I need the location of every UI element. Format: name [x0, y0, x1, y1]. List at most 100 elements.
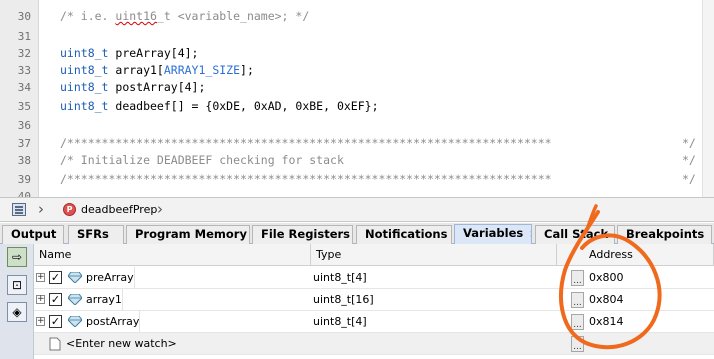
gem-plus-icon: ◈: [12, 305, 22, 319]
line-number-gutter: 30 31 32 33 34 35 36 37 38 39 40: [0, 0, 39, 197]
tab-file-registers[interactable]: File Registers: [252, 225, 353, 244]
expand-icon[interactable]: +: [36, 317, 45, 326]
variables-table: Name Type Address + ✓ preArray uint8_t[4…: [34, 244, 714, 359]
variable-type: uint8_t[4]: [313, 271, 367, 284]
output-tab-bar: Output SFRs Program Memory File Register…: [0, 223, 714, 244]
tab-notifications[interactable]: Notifications: [356, 225, 452, 244]
variable-name: array1: [86, 289, 123, 311]
column-header-name[interactable]: Name: [34, 244, 311, 266]
new-watch-row[interactable]: <Enter new watch> ...: [34, 333, 714, 355]
chevron-right-icon: ›: [38, 200, 44, 218]
comment-end: */: [682, 172, 696, 186]
table-row[interactable]: + ✓ array1 uint8_t[16] ... 0x804: [34, 289, 714, 311]
variables-panel: ⇨ ⊡ ◈ Name Type Address + ✓ preArray uin…: [0, 244, 714, 359]
variable-type: uint8_t[16]: [313, 293, 374, 306]
macro-constant: ARRAY1_SIZE: [163, 63, 241, 77]
line-number: 39: [17, 173, 31, 186]
code-line-34[interactable]: uint8_t postArray[4];: [60, 80, 205, 94]
code-line-39[interactable]: /***************************************…: [60, 172, 552, 186]
tab-label: Variables: [463, 226, 524, 240]
code-line-37[interactable]: /***************************************…: [60, 136, 552, 150]
line-number: 40: [17, 190, 31, 197]
column-header-type[interactable]: Type: [311, 244, 557, 266]
tab-label: SFRs: [77, 227, 109, 241]
hierarchy-icon[interactable]: [12, 203, 26, 216]
code-line-33[interactable]: uint8_t array1[ARRAY1_SIZE];: [60, 63, 254, 77]
variable-address: 0x814: [589, 315, 624, 328]
type-keyword: uint8_t: [60, 99, 109, 113]
add-symbol-button[interactable]: ◈: [7, 302, 27, 322]
code-text: postArray[4];: [108, 80, 206, 94]
type-keyword: uint8_t: [60, 46, 109, 60]
watch-settings-button[interactable]: ⊡: [7, 275, 27, 295]
variable-icon: [68, 294, 82, 305]
new-watch-button[interactable]: ⇨: [7, 247, 27, 267]
close-icon[interactable]: ×: [529, 229, 531, 240]
comment-end: */: [682, 153, 696, 167]
line-number: 38: [17, 154, 31, 167]
variable-icon: [68, 272, 82, 283]
editor-scrollbar[interactable]: [702, 0, 714, 197]
tab-label: Output: [11, 227, 57, 241]
code-text: ];: [240, 63, 254, 77]
column-header-address[interactable]: Address: [557, 244, 714, 266]
enable-checkbox[interactable]: ✓: [49, 293, 62, 306]
table-row[interactable]: + ✓ postArray uint8_t[4] ... 0x814: [34, 311, 714, 333]
line-number: 35: [17, 100, 31, 113]
line-number: 34: [17, 81, 31, 94]
comment-text: _t <variable_name>; */: [156, 9, 310, 23]
variable-name: postArray: [86, 311, 141, 333]
code-editor[interactable]: 30 31 32 33 34 35 36 37 38 39 40 /* i.e.…: [0, 0, 714, 197]
edit-value-button[interactable]: ...: [571, 314, 584, 330]
code-text: preArray[4];: [108, 46, 199, 60]
variable-type: uint8_t[4]: [313, 315, 367, 328]
type-keyword: uint8_t: [60, 80, 109, 94]
tab-label: File Registers: [261, 227, 351, 241]
tab-program-memory[interactable]: Program Memory: [126, 225, 250, 244]
variable-address: 0x800: [589, 271, 624, 284]
code-line-38[interactable]: /* Initialize DEADBEEF checking for stac…: [60, 153, 344, 167]
type-keyword: uint8_t: [60, 63, 109, 77]
line-number: 31: [17, 30, 31, 43]
code-line-32[interactable]: uint8_t preArray[4];: [60, 46, 198, 60]
code-line-30[interactable]: /* i.e. uint16_t <variable_name>; */: [60, 9, 309, 23]
edit-value-button[interactable]: ...: [571, 292, 584, 308]
line-number: 37: [17, 137, 31, 150]
variable-icon: [68, 316, 82, 327]
chevron-right-icon: ›: [157, 200, 163, 218]
expand-icon[interactable]: +: [36, 273, 45, 282]
code-line-35[interactable]: uint8_t deadbeef[] = {0xDE, 0xAD, 0xBE, …: [60, 99, 379, 113]
tab-label: Program Memory: [135, 227, 247, 241]
variable-address: 0x804: [589, 293, 624, 306]
expand-icon[interactable]: +: [36, 295, 45, 304]
line-number: 33: [17, 64, 31, 77]
function-icon: P: [63, 203, 76, 216]
edit-value-button[interactable]: ...: [571, 336, 584, 352]
breadcrumb-function[interactable]: deadbeefPrep: [81, 203, 157, 216]
tab-label: Call Stack: [544, 227, 609, 241]
navigator-bar: › P deadbeefPrep ›: [0, 197, 714, 222]
table-row[interactable]: + ✓ preArray uint8_t[4] ... 0x800: [34, 267, 714, 289]
tab-label: Breakpoints: [626, 227, 705, 241]
chip-icon: ⊡: [11, 278, 23, 292]
tab-variables[interactable]: Variables ×: [454, 224, 532, 244]
new-watch-input[interactable]: <Enter new watch>: [66, 333, 177, 355]
comment-end: */: [682, 136, 696, 150]
document-icon: [49, 337, 61, 351]
line-number: 30: [17, 10, 31, 23]
code-text: deadbeef[] = {0xDE, 0xAD, 0xBE, 0xEF};: [108, 99, 379, 113]
enable-checkbox[interactable]: ✓: [49, 271, 62, 284]
tab-label: Notifications: [365, 227, 448, 241]
variable-name: preArray: [86, 267, 135, 289]
variables-toolbar: ⇨ ⊡ ◈: [0, 244, 34, 359]
enable-checkbox[interactable]: ✓: [49, 315, 62, 328]
edit-value-button[interactable]: ...: [571, 270, 584, 286]
line-number: 32: [17, 47, 31, 60]
tab-output[interactable]: Output: [2, 225, 64, 244]
tab-breakpoints[interactable]: Breakpoints: [617, 225, 712, 244]
tab-sfrs[interactable]: SFRs: [68, 225, 124, 244]
code-text: array1[: [108, 63, 164, 77]
misspelled-word: uint16: [115, 9, 157, 23]
arrow-right-icon: ⇨: [11, 250, 23, 264]
tab-call-stack[interactable]: Call Stack: [535, 225, 615, 244]
